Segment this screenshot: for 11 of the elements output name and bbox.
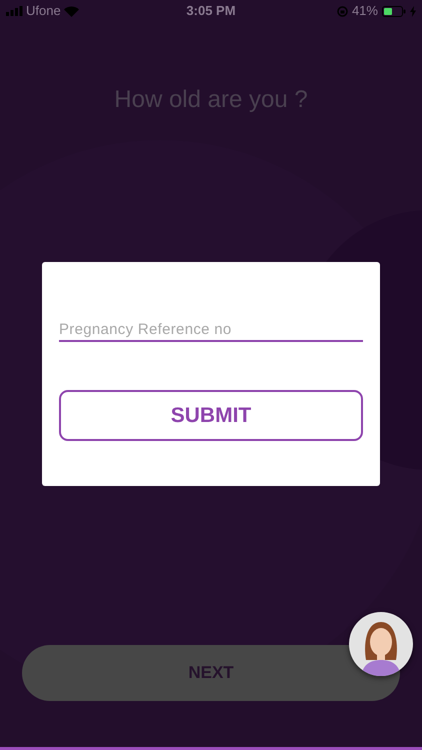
signal-icon [6, 6, 23, 16]
reference-input-field[interactable]: Pregnancy Reference no [59, 320, 363, 342]
battery-icon [382, 6, 406, 16]
clock-time: 3:05 PM [186, 2, 236, 20]
charging-bolt-icon [410, 6, 416, 16]
wifi-icon [64, 6, 79, 16]
assistant-avatar[interactable] [349, 612, 413, 676]
battery-percent: 41% [352, 2, 378, 20]
submit-button[interactable]: SUBMIT [59, 390, 363, 441]
rotation-lock-icon [336, 6, 348, 16]
carrier-name: Ufone [26, 2, 61, 20]
